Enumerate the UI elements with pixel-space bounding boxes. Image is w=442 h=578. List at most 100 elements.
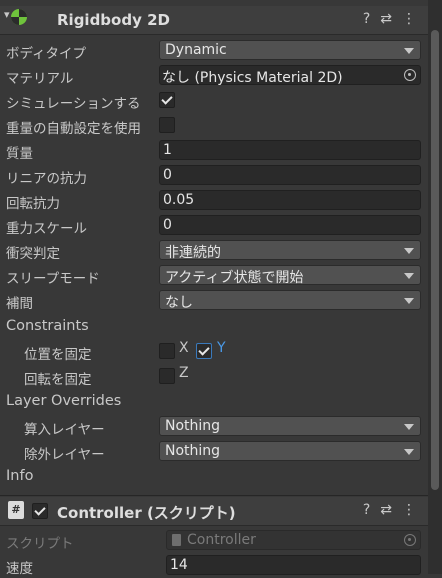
more-icon[interactable]: ⋮ <box>402 11 416 27</box>
material-label: マテリアル <box>6 71 74 87</box>
exclude-layers-dropdown[interactable]: Nothing <box>159 441 421 461</box>
auto-mass-checkbox[interactable] <box>159 117 175 133</box>
header-actions: ? ⇄ ⋮ <box>356 11 416 27</box>
speed-row: 速度 14 <box>0 553 428 578</box>
presets-icon[interactable]: ⇄ <box>380 502 392 518</box>
linear-drag-input[interactable]: 0 <box>159 165 421 185</box>
layer-overrides-label: Layer Overrides <box>6 393 122 409</box>
more-icon[interactable]: ⋮ <box>402 502 416 518</box>
rigidbody-header[interactable]: ▾ Rigidbody 2D ? ⇄ ⋮ <box>0 6 428 35</box>
auto-mass-label: 重量の自動設定を使用 <box>6 121 141 137</box>
dropdown-arrow-icon <box>404 273 414 279</box>
interpolate-value: なし <box>165 295 193 311</box>
script-icon: # <box>8 501 24 519</box>
component-divider <box>0 495 428 496</box>
freeze-position-x-checkbox[interactable] <box>159 343 175 359</box>
exclude-layers-label: 除外レイヤー <box>24 447 105 463</box>
dropdown-arrow-icon <box>404 424 414 430</box>
body-type-row: ボディタイプ Dynamic <box>0 38 428 63</box>
script-object-field: Controller <box>166 530 421 550</box>
freeze-rotation-label: 回転を固定 <box>24 372 92 388</box>
inspector-scrollbar[interactable] <box>428 0 442 574</box>
body-type-dropdown[interactable]: Dynamic <box>159 40 421 60</box>
help-icon[interactable]: ? <box>363 502 370 518</box>
material-object-field[interactable]: なし (Physics Material 2D) <box>159 65 421 86</box>
info-foldout[interactable]: Info <box>0 464 428 489</box>
angular-drag-label: 回転抗力 <box>6 196 60 212</box>
body-type-label: ボディタイプ <box>6 46 87 62</box>
interpolate-label: 補間 <box>6 296 33 312</box>
collision-detection-label: 衝突判定 <box>6 246 60 262</box>
interpolate-row: 補間 なし <box>0 288 428 313</box>
mass-value: 1 <box>163 142 172 158</box>
foldout-chevron-icon[interactable]: ▾ <box>4 8 10 21</box>
freeze-position-y-checkbox[interactable] <box>196 343 212 359</box>
simulated-row: シミュレーションする <box>0 88 428 113</box>
simulated-checkbox[interactable] <box>159 92 175 108</box>
rigidbody2d-icon <box>11 9 27 25</box>
freeze-rotation-z-label: Z <box>179 365 189 381</box>
gravity-scale-input[interactable]: 0 <box>159 215 421 235</box>
mass-row: 質量 1 <box>0 138 428 163</box>
component-title: Controller (スクリプト) <box>57 504 236 522</box>
speed-input[interactable]: 14 <box>166 555 421 575</box>
speed-value: 14 <box>170 557 188 573</box>
sleeping-mode-label: スリープモード <box>6 271 100 287</box>
gravity-scale-row: 重力スケール 0 <box>0 213 428 238</box>
exclude-layers-value: Nothing <box>165 443 221 459</box>
speed-label: 速度 <box>6 561 33 577</box>
angular-drag-value: 0.05 <box>163 192 195 208</box>
layer-overrides-foldout[interactable]: Layer Overrides <box>0 389 428 414</box>
presets-icon[interactable]: ⇄ <box>380 11 392 27</box>
controller-enabled-checkbox[interactable] <box>32 503 48 519</box>
script-row: スクリプト Controller <box>0 528 428 553</box>
include-layers-label: 算入レイヤー <box>24 422 105 438</box>
simulated-label: シミュレーションする <box>6 96 141 112</box>
scrollbar-thumb[interactable] <box>431 30 439 490</box>
angular-drag-input[interactable]: 0.05 <box>159 190 421 210</box>
body-type-value: Dynamic <box>165 42 227 58</box>
include-layers-row: 算入レイヤー Nothing <box>0 414 428 439</box>
freeze-position-x-label: X <box>179 340 189 356</box>
mass-input[interactable]: 1 <box>159 140 421 160</box>
gravity-scale-label: 重力スケール <box>6 221 87 237</box>
freeze-rotation-z-checkbox[interactable] <box>159 368 175 384</box>
collision-detection-row: 衝突判定 非連続的 <box>0 238 428 263</box>
mass-label: 質量 <box>6 146 33 162</box>
include-layers-value: Nothing <box>165 418 221 434</box>
freeze-position-y-label: Y <box>217 340 226 356</box>
object-picker-icon <box>404 534 416 546</box>
object-picker-icon[interactable] <box>404 69 416 81</box>
component-title: Rigidbody 2D <box>57 11 170 29</box>
material-value: なし (Physics Material 2D) <box>162 70 343 86</box>
linear-drag-row: リニアの抗力 0 <box>0 163 428 188</box>
sleeping-mode-row: スリープモード アクティブ状態で開始 <box>0 263 428 288</box>
dropdown-arrow-icon <box>404 248 414 254</box>
gravity-scale-value: 0 <box>163 217 172 233</box>
sleeping-mode-value: アクティブ状態で開始 <box>165 270 304 286</box>
info-label: Info <box>6 468 34 484</box>
constraints-foldout[interactable]: Constraints <box>0 314 428 339</box>
help-icon[interactable]: ? <box>363 11 370 27</box>
freeze-rotation-row: 回転を固定 Z <box>0 364 428 389</box>
interpolate-dropdown[interactable]: なし <box>159 290 421 311</box>
include-layers-dropdown[interactable]: Nothing <box>159 416 421 436</box>
collision-detection-dropdown[interactable]: 非連続的 <box>159 240 421 261</box>
angular-drag-row: 回転抗力 0.05 <box>0 188 428 213</box>
dropdown-arrow-icon <box>404 298 414 304</box>
exclude-layers-row: 除外レイヤー Nothing <box>0 439 428 464</box>
script-value: Controller <box>187 532 256 548</box>
script-label: スクリプト <box>6 536 74 552</box>
freeze-position-row: 位置を固定 X Y <box>0 339 428 364</box>
dropdown-arrow-icon <box>404 449 414 455</box>
dropdown-arrow-icon <box>404 48 414 54</box>
script-file-icon <box>172 534 181 546</box>
header-actions: ? ⇄ ⋮ <box>356 502 416 518</box>
freeze-position-label: 位置を固定 <box>24 347 92 363</box>
controller-header[interactable]: # Controller (スクリプト) ? ⇄ ⋮ <box>0 497 428 526</box>
material-row: マテリアル なし (Physics Material 2D) <box>0 63 428 88</box>
linear-drag-value: 0 <box>163 167 172 183</box>
constraints-label: Constraints <box>6 318 89 334</box>
collision-detection-value: 非連続的 <box>165 245 221 261</box>
sleeping-mode-dropdown[interactable]: アクティブ状態で開始 <box>159 265 421 286</box>
